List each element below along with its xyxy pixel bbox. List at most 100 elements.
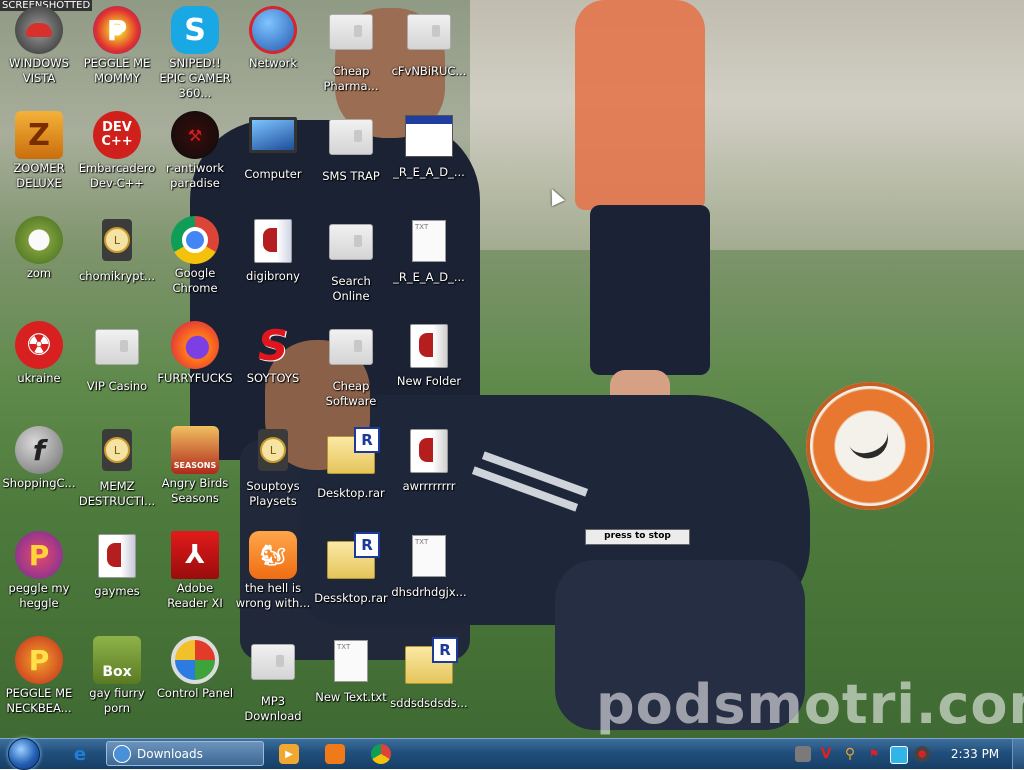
desktop-icon-angry-birds-seasons[interactable]: SEASONS Angry Birds Seasons — [156, 426, 234, 506]
desktop-icon-gaymes[interactable]: gaymes — [78, 531, 156, 599]
icon-label: Search Online — [331, 274, 371, 303]
icon-label: New Folder — [396, 374, 462, 388]
icon-label: MEMZ DESTRUCTI... — [78, 479, 156, 508]
icon-label: Desktop.rar — [317, 486, 385, 500]
tray-app-icon[interactable] — [795, 746, 811, 762]
document-icon — [405, 324, 453, 372]
desktop-icon-digibrony[interactable]: digibrony — [234, 216, 312, 284]
desktop-icon-peggle-my-heggle[interactable]: P peggle my heggle — [0, 531, 78, 611]
desktop-icon-control-panel[interactable]: Control Panel — [156, 636, 234, 701]
start-button[interactable] — [4, 738, 44, 770]
desktop-icon-windows-vista[interactable]: WINDOWS VISTA — [0, 6, 78, 86]
flash-icon: f — [15, 426, 63, 474]
desktop-icon-soytoys[interactable]: S SOYTOYS — [234, 321, 312, 386]
tray-v-icon[interactable]: V — [818, 746, 834, 762]
desktop-icon-dessktop-rar[interactable]: R Dessktop.rar — [312, 531, 390, 606]
desktop-icon-google-chrome[interactable]: Google Chrome — [156, 216, 234, 296]
tray-monitor-icon[interactable] — [890, 746, 908, 764]
wallpaper-background — [470, 0, 1024, 250]
taskbar-window-label: Downloads — [137, 746, 203, 761]
icon-label: dhsdrhdgjx... — [391, 585, 467, 599]
desktop-icon-read-me-1[interactable]: _R_E_A_D_... — [390, 111, 468, 180]
desktop-icon-zom[interactable]: zom — [0, 216, 78, 281]
wallpaper-watermark: podsmotri.com — [596, 673, 1024, 736]
desktop[interactable]: podsmotri.com SCREENSHOTTED WINDOWS VIST… — [0, 0, 1024, 738]
desktop-icon-sniped[interactable]: S SNIPED!! EPIC GAMER 360... — [156, 6, 234, 101]
taskbar-window-downloads[interactable]: Downloads — [106, 741, 264, 766]
desktop-icon-sddsdsdsds[interactable]: R sddsdsdsds... — [390, 636, 468, 711]
browser-window-icon — [113, 744, 131, 763]
text-file-icon: TXT — [327, 640, 375, 688]
icon-label: Cheap Pharma... — [323, 64, 379, 93]
desktop-icon-embarcadero-devcpp[interactable]: DEV C++ Embarcadero Dev-C++ — [78, 111, 156, 191]
desktop-icon-new-folder[interactable]: New Folder — [390, 321, 468, 389]
icon-label: Adobe Reader XI — [167, 581, 223, 610]
desktop-icon-peggle-me-neckbeard[interactable]: P PEGGLE ME NECKBEA... — [0, 636, 78, 716]
desktop-icon-memz[interactable]: L MEMZ DESTRUCTI... — [78, 426, 156, 509]
desktop-icon-read-me-2[interactable]: TXT _R_E_A_D_... — [390, 216, 468, 285]
icon-label: SMS TRAP — [322, 169, 380, 183]
internet-explorer-icon[interactable]: e — [70, 744, 90, 765]
desktop-icon-r-antiwork[interactable]: ⚒ r-antiwork paradise — [156, 111, 234, 191]
taskbar-uc-browser[interactable] — [318, 742, 352, 766]
icon-label: Souptoys Playsets — [246, 479, 300, 508]
desktop-icon-gay-fiurry-porn[interactable]: Box gay fiurry porn — [78, 636, 156, 716]
peggle-icon: P — [15, 636, 63, 684]
taskbar-media-player[interactable]: ▶ — [272, 742, 306, 766]
devcpp-icon: DEV C++ — [93, 111, 141, 159]
show-desktop-button[interactable] — [1012, 739, 1024, 769]
network-globe-icon — [249, 6, 297, 54]
desktop-icon-search-online[interactable]: Search Online — [312, 216, 390, 304]
desktop-icon-cheap-software[interactable]: Cheap Software — [312, 321, 390, 409]
icon-label: peggle my heggle — [8, 581, 70, 610]
uc-browser-icon: 🐿 — [249, 531, 297, 579]
digibrony-document-icon — [249, 219, 297, 267]
desktop-icon-mp3-download[interactable]: MP3 Download — [234, 636, 312, 724]
rar-archive-icon: R — [327, 532, 380, 589]
vista-orb-icon — [15, 6, 63, 54]
angry-birds-icon: SEASONS — [171, 426, 219, 474]
icon-label: cFvNBiRUC... — [391, 64, 467, 78]
blank-file-icon — [249, 644, 297, 692]
blank-file-icon — [327, 14, 375, 62]
desktop-icon-zoomer-deluxe[interactable]: Z ZOOMER DELUXE — [0, 111, 78, 191]
icon-label: VIP Casino — [86, 379, 148, 393]
tray-volume-icon[interactable] — [914, 746, 930, 762]
desktop-icon-new-text-txt[interactable]: TXT New Text.txt — [312, 636, 390, 705]
desktop-icon-ukraine[interactable]: ☢ ukraine — [0, 321, 78, 386]
desktop-icon-souptoys-playsets[interactable]: L Souptoys Playsets — [234, 426, 312, 509]
desktop-icon-desktop-rar[interactable]: R Desktop.rar — [312, 426, 390, 501]
icon-label: _R_E_A_D_... — [393, 270, 465, 284]
icon-label: ShoppingC... — [2, 476, 76, 490]
taskbar-chrome[interactable] — [364, 742, 398, 766]
desktop-icon-the-hell-is-wrong[interactable]: 🐿 the hell is wrong with... — [234, 531, 312, 611]
icon-label: ukraine — [17, 371, 61, 385]
icon-label: Dessktop.rar — [314, 591, 388, 605]
tray-flag-icon[interactable]: ⚑ — [866, 746, 882, 762]
desktop-icon-network[interactable]: Network — [234, 6, 312, 71]
desktop-icon-dhsdrhdgjx[interactable]: TXT dhsdrhdgjx... — [390, 531, 468, 600]
desktop-icon-sms-trap[interactable]: SMS TRAP — [312, 111, 390, 184]
desktop-icon-adobe-reader[interactable]: ⅄ Adobe Reader XI — [156, 531, 234, 611]
icon-label: digibrony — [246, 269, 300, 283]
icon-label: sddsdsdsds... — [390, 696, 468, 710]
desktop-icon-shopping[interactable]: f ShoppingC... — [0, 426, 78, 491]
icon-label: gaymes — [94, 584, 140, 598]
desktop-icon-awrrrrrrrr[interactable]: awrrrrrrrr — [390, 426, 468, 494]
desktop-icon-chomikrypt[interactable]: L chomikrypt... — [78, 216, 156, 284]
press-to-stop-button[interactable]: press to stop — [585, 529, 690, 545]
icon-label: FURRYFUCKS — [157, 371, 233, 385]
desktop-icon-cfvnbiruc[interactable]: cFvNBiRUC... — [390, 6, 468, 79]
text-file-icon: TXT — [405, 220, 453, 268]
icon-label: MP3 Download — [244, 694, 302, 723]
icon-label: SOYTOYS — [246, 371, 300, 385]
desktop-icon-peggle-me-mommy[interactable]: P PEGGLE ME MOMMY — [78, 6, 156, 86]
desktop-icon-computer[interactable]: Computer — [234, 111, 312, 182]
icon-label: Computer — [244, 167, 302, 181]
firefox-icon — [171, 321, 219, 369]
desktop-icon-vip-casino[interactable]: VIP Casino — [78, 321, 156, 394]
desktop-icon-cheap-pharma[interactable]: Cheap Pharma... — [312, 6, 390, 94]
taskbar-clock[interactable]: 2:33 PM — [946, 739, 1004, 769]
desktop-icon-furryfucks[interactable]: FURRYFUCKS — [156, 321, 234, 386]
tray-search-icon[interactable]: ⚲ — [842, 746, 858, 762]
